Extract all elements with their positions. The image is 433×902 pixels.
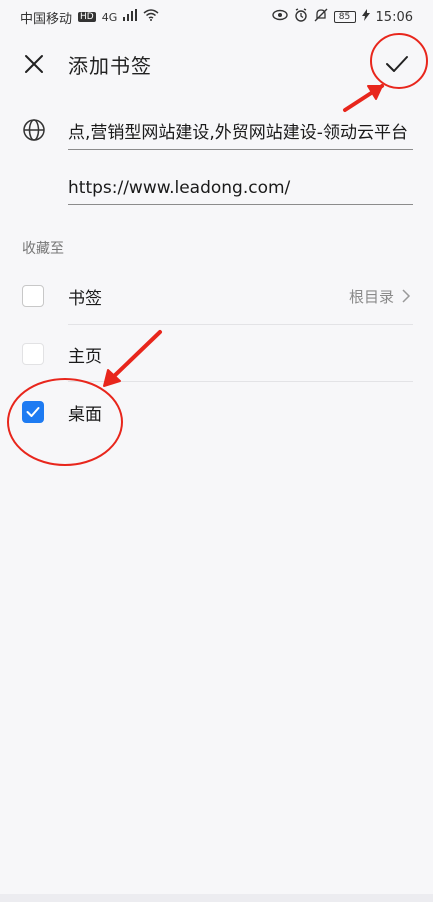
chevron-right-icon	[402, 289, 411, 303]
close-icon	[25, 55, 43, 73]
status-left: 中国移动 HD 4G	[20, 8, 159, 27]
folder-name: 根目录	[348, 287, 394, 306]
bookmarks-label: 书签	[68, 288, 102, 309]
divider	[68, 324, 413, 325]
page-title: 添加书签	[68, 53, 152, 78]
hd-badge: HD	[78, 12, 96, 22]
option-bookmarks[interactable]: 书签 根目录	[0, 268, 433, 324]
title-bar: 添加书签	[0, 34, 433, 94]
charging-icon	[361, 9, 370, 25]
battery-indicator: 85	[333, 11, 356, 23]
close-button[interactable]	[18, 48, 50, 80]
globe-icon	[23, 119, 45, 141]
confirm-button[interactable]	[379, 46, 415, 82]
folder-selector[interactable]: 根目录	[349, 286, 411, 307]
alarm-icon	[294, 8, 308, 26]
homepage-label: 主页	[68, 346, 102, 367]
bottom-bar	[0, 894, 433, 902]
check-icon	[386, 56, 408, 72]
carrier-name: 中国移动	[20, 11, 73, 27]
option-homepage[interactable]: 主页	[0, 326, 433, 382]
desktop-label: 桌面	[68, 404, 102, 425]
desktop-checkbox[interactable]	[22, 401, 44, 423]
bookmark-url-input[interactable]: https://www.leadong.com/	[68, 178, 413, 205]
bookmark-title-input[interactable]: 点,营销型网站建设,外贸网站建设-领动云平台	[68, 118, 413, 150]
option-desktop[interactable]: 桌面	[0, 384, 433, 440]
bookmarks-checkbox[interactable]	[22, 285, 44, 307]
clock-time: 15:06	[375, 9, 413, 25]
signal-icon	[123, 9, 138, 25]
status-bar: 中国移动 HD 4G 85 15:06	[0, 0, 433, 34]
eye-icon	[271, 9, 288, 25]
network-type: 4G	[101, 10, 118, 24]
homepage-checkbox[interactable]	[22, 343, 44, 365]
checkmark-icon	[26, 407, 40, 417]
divider	[68, 381, 413, 382]
save-to-label: 收藏至	[22, 241, 64, 257]
mute-bell-icon	[314, 8, 328, 26]
wifi-icon	[143, 9, 159, 25]
status-right: 85 15:06	[271, 8, 413, 26]
